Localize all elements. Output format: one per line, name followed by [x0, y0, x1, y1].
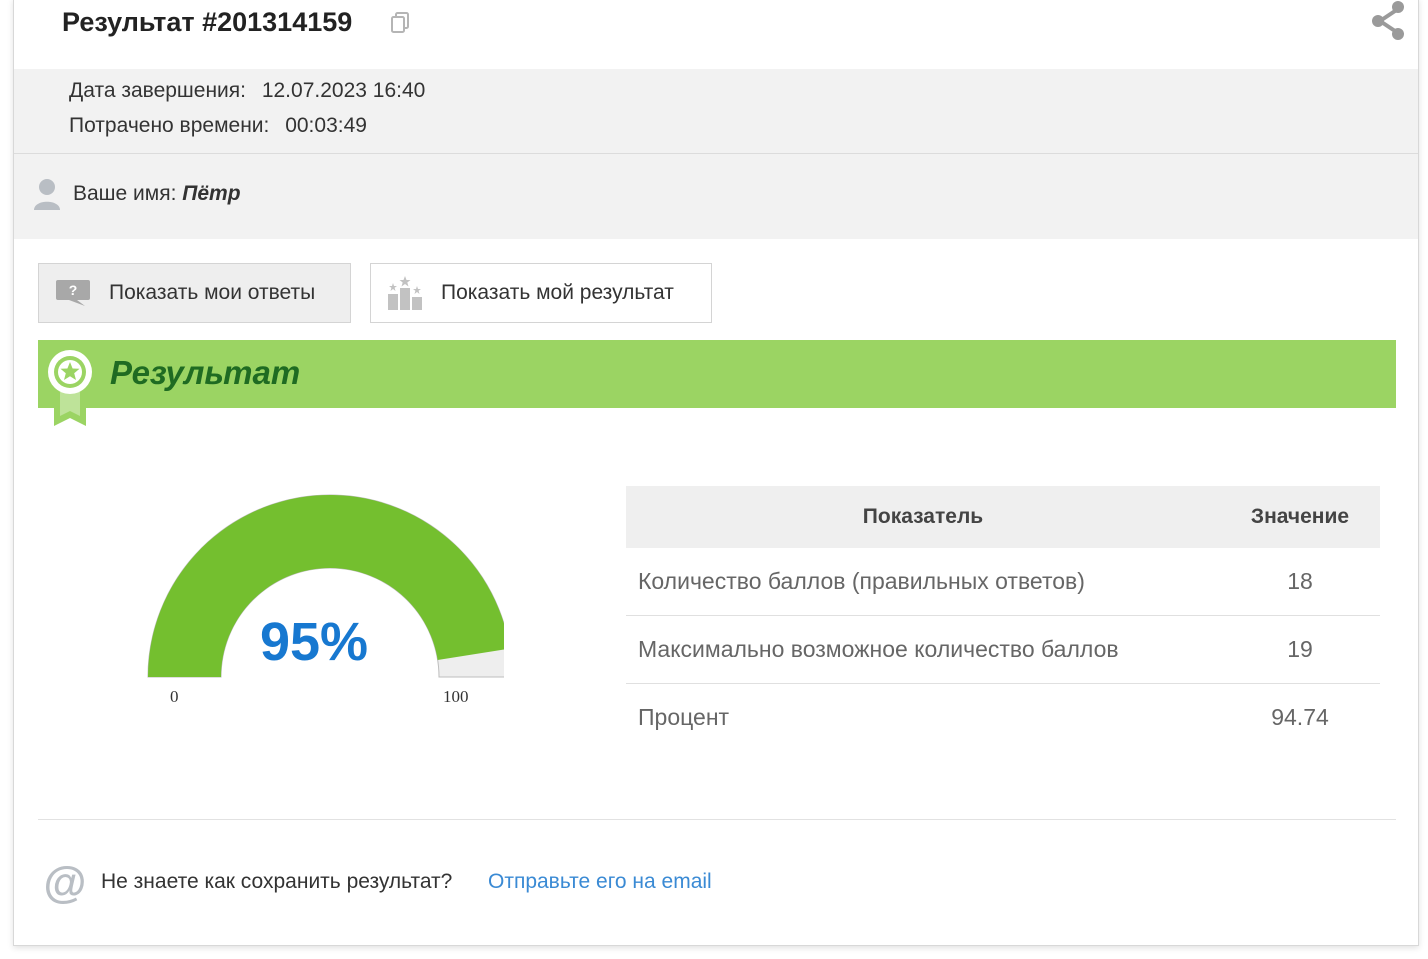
award-ribbon-icon: [48, 350, 92, 426]
show-answers-button[interactable]: ? Показать мои ответы: [38, 263, 351, 323]
result-banner: Результат: [38, 340, 1396, 426]
gauge-chart: [147, 494, 513, 678]
completion-date-row: Дата завершения: 12.07.2023 16:40: [69, 79, 425, 103]
time-spent-label: Потрачено времени:: [69, 114, 270, 137]
show-result-label: Показать мой результат: [441, 281, 674, 304]
table-row: Процент 94.74: [626, 684, 1380, 752]
stats-cell-value: 94.74: [1271, 704, 1329, 730]
stats-table: Показатель Значение Количество баллов (п…: [626, 486, 1380, 751]
completion-date-label: Дата завершения:: [69, 79, 246, 102]
user-icon: [34, 179, 60, 210]
table-row: Максимально возможное количество баллов …: [626, 615, 1380, 684]
save-question: Не знаете как сохранить результат?: [101, 870, 453, 893]
stats-cell-label: Процент: [638, 704, 730, 730]
svg-text:@: @: [44, 862, 86, 904]
show-result-button[interactable]: Показать мой результат: [370, 263, 712, 323]
show-answers-label: Показать мои ответы: [109, 281, 316, 304]
stats-cell-value: 18: [1220, 548, 1380, 616]
gauge-min-label: 0: [170, 687, 179, 706]
stats-header-row: Показатель Значение: [626, 486, 1380, 548]
gauge-value: 95%: [259, 612, 369, 672]
stats-cell-label: Количество баллов (правильных ответов): [626, 548, 1220, 616]
podium-icon: [388, 276, 422, 310]
time-spent-row: Потрачено времени: 00:03:49: [69, 114, 367, 138]
copy-icon[interactable]: [390, 11, 410, 35]
stats-header-value: Значение: [1220, 486, 1380, 548]
user-name-label: Ваше имя:: [73, 182, 177, 205]
result-meta: Дата завершения: 12.07.2023 16:40 Потрач…: [14, 69, 1418, 154]
banner-title: Результат: [110, 354, 301, 391]
question-bubble-icon: ?: [56, 280, 90, 306]
share-icon[interactable]: [1368, 1, 1408, 41]
stats-cell-label: Максимально возможное количество баллов: [626, 615, 1220, 684]
email-link[interactable]: Отправьте его на email: [488, 870, 712, 894]
svg-text:?: ?: [69, 282, 78, 298]
user-bar: Ваше имя: Пётр: [14, 154, 1418, 239]
stats-header-indicator: Показатель: [626, 486, 1220, 548]
footer-divider: [38, 819, 1396, 820]
stats-cell-value: 19: [1220, 615, 1380, 684]
time-spent-value: 00:03:49: [285, 114, 367, 137]
user-name-line: Ваше имя: Пётр: [73, 182, 241, 206]
result-card: Результат #201314159 Дата завершения: 12…: [13, 0, 1419, 946]
page-title: Результат #201314159: [62, 7, 353, 37]
result-header: Результат #201314159: [14, 0, 1418, 70]
at-sign-icon: @: [44, 862, 86, 904]
user-name: Пётр: [182, 182, 241, 205]
gauge-max-label: 100: [443, 687, 469, 706]
completion-date-value: 12.07.2023 16:40: [261, 79, 426, 102]
table-row: Количество баллов (правильных ответов) 1…: [626, 548, 1380, 616]
result-gauge: 95% 0 100: [124, 489, 513, 719]
